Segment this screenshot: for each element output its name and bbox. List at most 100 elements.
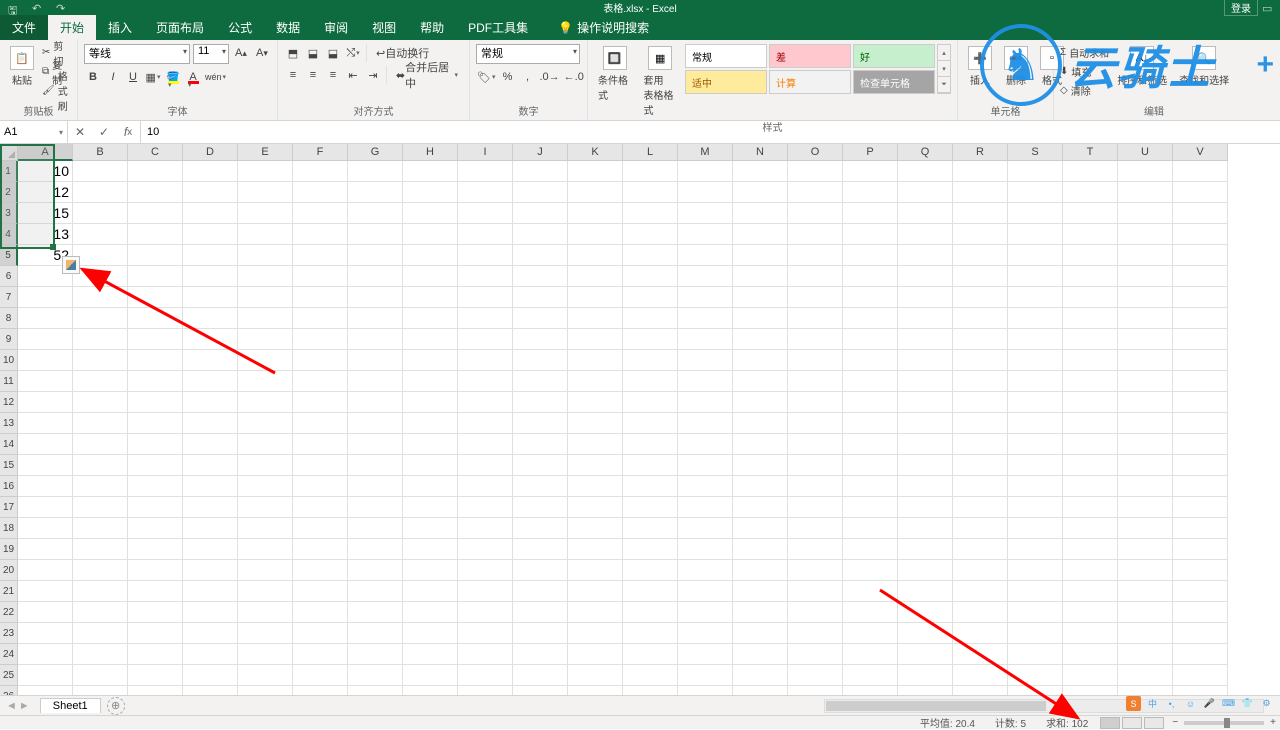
ime-emoji-button[interactable]: ☺ (1183, 696, 1198, 711)
cell-M18[interactable] (678, 518, 733, 539)
cell-E2[interactable] (238, 182, 293, 203)
row-header-17[interactable]: 17 (0, 497, 18, 518)
cell-S16[interactable] (1008, 476, 1063, 497)
row-header-14[interactable]: 14 (0, 434, 18, 455)
cell-T1[interactable] (1063, 161, 1118, 182)
cell-C3[interactable] (128, 203, 183, 224)
cell-O4[interactable] (788, 224, 843, 245)
cell-I11[interactable] (458, 371, 513, 392)
align-left-button[interactable]: ≡ (284, 66, 302, 84)
row-header-5[interactable]: 5 (0, 245, 18, 266)
cell-A9[interactable] (18, 329, 73, 350)
cell-N11[interactable] (733, 371, 788, 392)
cell-I24[interactable] (458, 644, 513, 665)
zoom-in-button[interactable]: + (1270, 717, 1276, 728)
cell-U18[interactable] (1118, 518, 1173, 539)
cell-S15[interactable] (1008, 455, 1063, 476)
cell-P23[interactable] (843, 623, 898, 644)
cell-G24[interactable] (348, 644, 403, 665)
column-header-Q[interactable]: Q (898, 144, 953, 161)
cell-U20[interactable] (1118, 560, 1173, 581)
cell-L12[interactable] (623, 392, 678, 413)
cell-U26[interactable] (1118, 686, 1173, 695)
cell-A12[interactable] (18, 392, 73, 413)
cell-O13[interactable] (788, 413, 843, 434)
cell-L4[interactable] (623, 224, 678, 245)
cell-H15[interactable] (403, 455, 458, 476)
fill-button[interactable]: ⬇填充 (1060, 63, 1109, 80)
align-right-button[interactable]: ≡ (324, 66, 342, 84)
cell-R5[interactable] (953, 245, 1008, 266)
cell-P1[interactable] (843, 161, 898, 182)
cell-M7[interactable] (678, 287, 733, 308)
cell-S20[interactable] (1008, 560, 1063, 581)
cell-H11[interactable] (403, 371, 458, 392)
cell-P6[interactable] (843, 266, 898, 287)
cell-U8[interactable] (1118, 308, 1173, 329)
cell-H9[interactable] (403, 329, 458, 350)
cell-M14[interactable] (678, 434, 733, 455)
cell-D15[interactable] (183, 455, 238, 476)
accounting-format-button[interactable]: 🏷 (476, 68, 496, 86)
cell-F7[interactable] (293, 287, 348, 308)
cell-U14[interactable] (1118, 434, 1173, 455)
cell-I19[interactable] (458, 539, 513, 560)
cell-L18[interactable] (623, 518, 678, 539)
cell-F16[interactable] (293, 476, 348, 497)
cell-Q21[interactable] (898, 581, 953, 602)
cell-H25[interactable] (403, 665, 458, 686)
cell-B14[interactable] (73, 434, 128, 455)
cell-L16[interactable] (623, 476, 678, 497)
increase-decimal-button[interactable]: .0→ (538, 68, 560, 86)
cell-V22[interactable] (1173, 602, 1228, 623)
cell-E6[interactable] (238, 266, 293, 287)
cell-G21[interactable] (348, 581, 403, 602)
cell-R9[interactable] (953, 329, 1008, 350)
cell-B17[interactable] (73, 497, 128, 518)
cell-I26[interactable] (458, 686, 513, 695)
comma-button[interactable]: , (518, 68, 536, 86)
cell-O10[interactable] (788, 350, 843, 371)
cell-F23[interactable] (293, 623, 348, 644)
column-header-B[interactable]: B (73, 144, 128, 161)
cell-N8[interactable] (733, 308, 788, 329)
delete-cells-button[interactable]: ➖删除 (1000, 44, 1032, 89)
cell-C23[interactable] (128, 623, 183, 644)
cell-R19[interactable] (953, 539, 1008, 560)
cell-M10[interactable] (678, 350, 733, 371)
cell-J16[interactable] (513, 476, 568, 497)
ime-keyboard-button[interactable]: ⌨ (1221, 696, 1236, 711)
cell-L20[interactable] (623, 560, 678, 581)
row-header-1[interactable]: 1 (0, 161, 18, 182)
cell-N6[interactable] (733, 266, 788, 287)
cell-T7[interactable] (1063, 287, 1118, 308)
cell-R24[interactable] (953, 644, 1008, 665)
cell-Q25[interactable] (898, 665, 953, 686)
cell-D4[interactable] (183, 224, 238, 245)
cell-N4[interactable] (733, 224, 788, 245)
cell-B6[interactable] (73, 266, 128, 287)
row-header-19[interactable]: 19 (0, 539, 18, 560)
cell-C22[interactable] (128, 602, 183, 623)
cell-J20[interactable] (513, 560, 568, 581)
cell-E22[interactable] (238, 602, 293, 623)
cell-J11[interactable] (513, 371, 568, 392)
zoom-out-button[interactable]: − (1172, 717, 1178, 728)
cell-G2[interactable] (348, 182, 403, 203)
cell-C1[interactable] (128, 161, 183, 182)
row-header-23[interactable]: 23 (0, 623, 18, 644)
cell-V9[interactable] (1173, 329, 1228, 350)
cell-F12[interactable] (293, 392, 348, 413)
cell-P16[interactable] (843, 476, 898, 497)
cell-U17[interactable] (1118, 497, 1173, 518)
column-header-F[interactable]: F (293, 144, 348, 161)
enter-formula-button[interactable]: ✓ (92, 125, 116, 139)
cell-E20[interactable] (238, 560, 293, 581)
cell-E14[interactable] (238, 434, 293, 455)
styles-gallery-more[interactable]: ▴▾⏷ (937, 44, 951, 94)
column-header-C[interactable]: C (128, 144, 183, 161)
cell-C9[interactable] (128, 329, 183, 350)
indent-inc-button[interactable]: ⇥ (364, 66, 382, 84)
cell-P24[interactable] (843, 644, 898, 665)
cell-B20[interactable] (73, 560, 128, 581)
